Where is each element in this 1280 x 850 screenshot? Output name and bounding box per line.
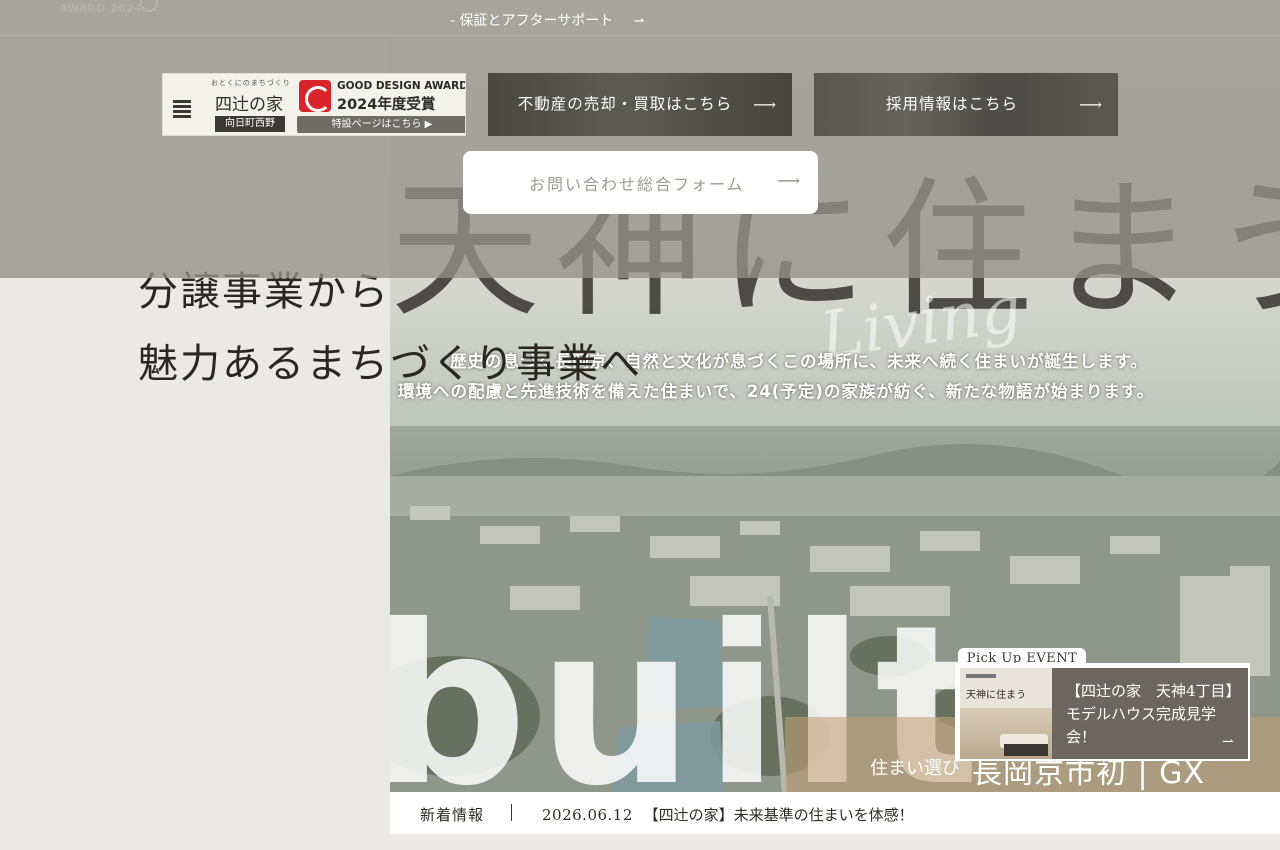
recruit-label: 採用情報はこちら (885, 95, 1018, 113)
pickup-event-thumbnail: 天神に住まう (960, 668, 1052, 759)
news-date: 2026.06.12 (542, 806, 633, 824)
pickup-event-body: 【四辻の家 天神4丁目】モデルハウス完成見学会！ ⇀ (1052, 668, 1248, 759)
warranty-support-label: - 保証とアフターサポート (450, 13, 614, 29)
news-label: 新着情報 (420, 806, 485, 824)
pickup-event-title: 【四辻の家 天神4丁目】モデルハウス完成見学会！ (1066, 682, 1241, 746)
good-design-award-banner[interactable]: おとくにのまちづくり 四辻の家 向日町西野 GOOD DESIGN AWARD … (162, 73, 466, 136)
banner-place-tag: 向日町西野 (215, 116, 285, 132)
arrow-right-icon: ⟶ (1079, 95, 1102, 114)
top-bar: AWARD 2024 - 保証とアフターサポート ⇀ (0, 0, 1280, 36)
arrow-right-icon: ⟶ (753, 95, 776, 114)
award-faded-text: AWARD 2024 (60, 2, 143, 15)
news-divider (511, 804, 512, 821)
house-icon (173, 100, 191, 118)
headline-line2: 魅力あるまちづくり事業へ (138, 341, 642, 387)
news-item-link[interactable]: 2026.06.12 【四辻の家】未来基準の住まいを体感！ (542, 804, 914, 825)
real-estate-label: 不動産の売却・買取はこちら (517, 95, 733, 113)
real-estate-banner[interactable]: 不動産の売却・買取はこちら ⟶ (488, 73, 792, 136)
arrow-right-icon: ⇀ (1222, 734, 1234, 750)
thumb-title: 天神に住まう (966, 690, 1026, 701)
award-logo-icon (140, 0, 158, 12)
pickup-event-card[interactable]: 天神に住まう 【四辻の家 天神4丁目】モデルハウス完成見学会！ ⇀ (955, 663, 1250, 761)
menu-overlay: AWARD 2024 - 保証とアフターサポート ⇀ おとくにのまちづくり 四辻… (0, 0, 1280, 278)
banner-award-year: 2024年度受賞 (337, 97, 436, 113)
contact-form-label: お問い合わせ総合フォーム (529, 175, 745, 194)
arrow-right-icon: ⇀ (633, 14, 645, 29)
thumb-footer (1004, 744, 1048, 756)
recruit-banner[interactable]: 採用情報はこちら ⟶ (814, 73, 1118, 136)
thumb-logo (966, 674, 996, 678)
banner-caption: おとくにのまちづくり (211, 79, 291, 87)
good-design-g-icon (299, 80, 331, 112)
arrow-right-icon: ⟶ (777, 171, 800, 190)
warranty-support-link[interactable]: - 保証とアフターサポート ⇀ (450, 10, 645, 30)
news-text: 【四辻の家】未来基準の住まいを体感！ (643, 806, 914, 824)
news-bar: 新着情報 2026.06.12 【四辻の家】未来基準の住まいを体感！ (390, 792, 1280, 834)
banner-award-name: GOOD DESIGN AWARD (337, 80, 466, 92)
special-page-button[interactable]: 特設ページはこちら ▶ (297, 116, 465, 133)
hero-bottom-strip-small: 住まい選び (870, 758, 960, 779)
banner-brand-name: 四辻の家 (215, 95, 283, 115)
contact-form-button[interactable]: お問い合わせ総合フォーム ⟶ (463, 151, 818, 214)
